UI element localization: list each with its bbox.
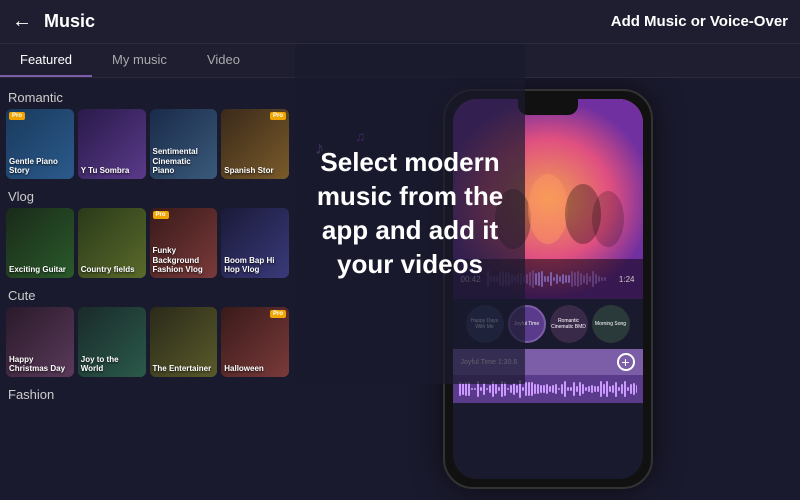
thumb-morning-song[interactable]: Morning Song (592, 305, 630, 343)
header: ← Music Add Music or Voice-Over (0, 0, 800, 44)
list-item[interactable]: Joy to the World (78, 307, 146, 377)
tab-featured[interactable]: Featured (0, 44, 92, 77)
cute-grid: Happy Christmas Day Joy to the World The… (6, 307, 289, 377)
card-label: Joy to the World (81, 355, 143, 374)
card-label: The Entertainer (153, 364, 212, 374)
main-area: Romantic Gentle Piano Story Pro Y Tu Som… (0, 78, 800, 500)
pro-badge: Pro (153, 211, 169, 219)
add-music-button[interactable]: + (617, 353, 635, 371)
list-item[interactable]: The Entertainer (150, 307, 218, 377)
phone-screen: 00:42 1:24 Happy Days With Me Joyful Tim… (453, 99, 643, 479)
thumb-label: Joyful Time (514, 321, 539, 327)
back-button[interactable]: ← (12, 10, 32, 33)
page-title: Music (44, 11, 611, 32)
card-label: Happy Christmas Day (9, 355, 71, 374)
bottom-waveform (459, 379, 637, 399)
list-item[interactable]: Halloween Pro (221, 307, 289, 377)
list-item[interactable]: Spanish Stor Pro (221, 109, 289, 179)
pro-badge: Pro (270, 112, 286, 120)
tabs-bar: Featured My music Video (0, 44, 800, 78)
tab-video[interactable]: Video (187, 44, 260, 77)
music-list-panel: Romantic Gentle Piano Story Pro Y Tu Som… (0, 78, 295, 500)
section-romantic: Romantic (6, 84, 289, 109)
waveform (487, 269, 613, 289)
video-time-start: 00:42 (461, 275, 481, 284)
card-label: Spanish Stor (224, 166, 273, 176)
thumb-label: Romantic Cinematic BMD (550, 318, 588, 330)
thumb-joyful-time[interactable]: Joyful Time (508, 305, 546, 343)
video-time-end: 1:24 (619, 275, 635, 284)
music-note-icon: ♫ (355, 128, 366, 144)
phone-notch (518, 99, 578, 115)
list-item[interactable]: Exciting Guitar (6, 208, 74, 278)
card-label: Y Tu Sombra (81, 166, 130, 176)
vlog-grid: Exciting Guitar Country fields Funky Bac… (6, 208, 289, 278)
card-label: Halloween (224, 364, 264, 374)
tab-mymusic[interactable]: My music (92, 44, 187, 77)
header-right-text: Add Music or Voice-Over (611, 13, 788, 30)
list-item[interactable]: Gentle Piano Story Pro (6, 109, 74, 179)
list-item[interactable]: Funky Background Fashion Vlog Pro (150, 208, 218, 278)
list-item[interactable]: Y Tu Sombra (78, 109, 146, 179)
bottom-bar-label: Joyful Time 1:30.6 (461, 359, 518, 366)
pro-badge: Pro (9, 112, 25, 120)
phone-thumbnails: Happy Days With Me Joyful Time Romantic … (453, 299, 643, 349)
section-fashion: Fashion (6, 381, 289, 406)
pro-badge: Pro (270, 310, 286, 318)
thumb-label: Happy Days With Me (466, 318, 504, 330)
card-label: Country fields (81, 265, 135, 275)
list-item[interactable]: Sentimental Cinematic Piano (150, 109, 218, 179)
card-label: Funky Background Fashion Vlog (153, 246, 215, 275)
list-item[interactable]: Happy Christmas Day (6, 307, 74, 377)
thumb-label: Morning Song (595, 321, 626, 327)
phone-video-preview: 00:42 1:24 (453, 99, 643, 299)
list-item[interactable]: Boom Bap Hi Hop Vlog (221, 208, 289, 278)
music-note-icon: ♪ (315, 138, 324, 159)
list-item[interactable]: Country fields (78, 208, 146, 278)
card-label: Sentimental Cinematic Piano (153, 147, 215, 176)
romantic-grid: Gentle Piano Story Pro Y Tu Sombra Senti… (6, 109, 289, 179)
card-label: Boom Bap Hi Hop Vlog (224, 256, 286, 275)
thumb-romantic[interactable]: Romantic Cinematic BMD (550, 305, 588, 343)
card-label: Gentle Piano Story (9, 157, 71, 176)
thumb-happy-days[interactable]: Happy Days With Me (466, 305, 504, 343)
phone-device: 00:42 1:24 Happy Days With Me Joyful Tim… (443, 89, 653, 489)
waveform-bottom (453, 375, 643, 403)
section-vlog: Vlog (6, 183, 289, 208)
card-label: Exciting Guitar (9, 265, 66, 275)
phone-bottom-bar: Joyful Time 1:30.6 + (453, 349, 643, 375)
section-cute: Cute (6, 282, 289, 307)
phone-mockup-area: ♪ ♫ (295, 78, 800, 500)
phone-video-overlay: 00:42 1:24 (453, 259, 643, 299)
